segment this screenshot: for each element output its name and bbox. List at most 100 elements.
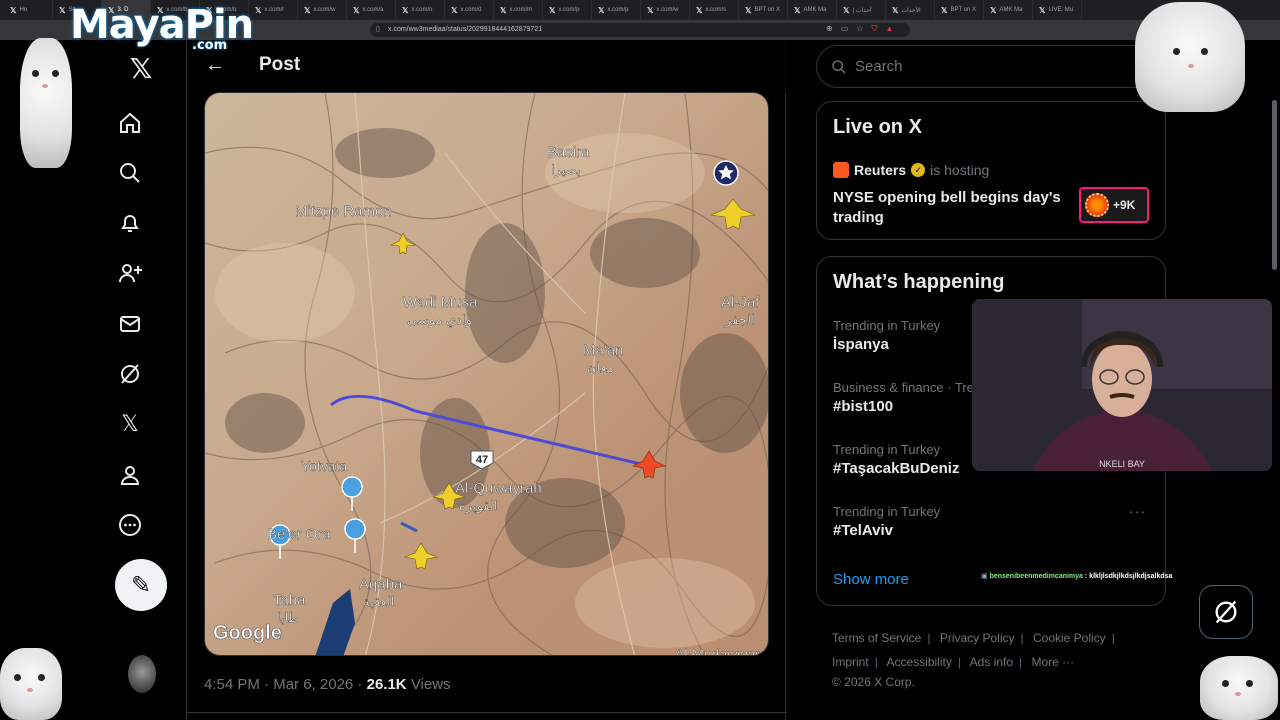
browser-tab[interactable]: 𝕏x.com/w <box>298 0 347 20</box>
browser-tab[interactable]: 𝕏 BPT on X <box>739 0 788 20</box>
zoom-icon[interactable]: ⊕ <box>826 24 833 34</box>
footer-link[interactable]: Ads info <box>970 655 1013 669</box>
footer-link[interactable]: Privacy Policy <box>940 631 1015 645</box>
live-host[interactable]: Reuters ✓ is hosting <box>833 162 989 178</box>
premium-icon[interactable]: 𝕏 <box>114 408 146 440</box>
trend-name: İspanya <box>833 336 889 353</box>
live-listeners-badge[interactable]: +9K <box>1079 187 1149 223</box>
rewards-icon[interactable]: ▲ <box>885 24 893 34</box>
browser-tab[interactable]: 𝕏x.com/p <box>543 0 592 20</box>
listener-count: +9K <box>1113 198 1136 212</box>
favicon-icon: 𝕏 <box>255 5 262 15</box>
map-place-label-arabic: الجفر <box>724 312 755 328</box>
view-label: Views <box>410 676 451 693</box>
browser-tab[interactable]: 𝕏x.com/d <box>445 0 494 20</box>
footer-link[interactable]: Cookie Policy <box>1033 631 1106 645</box>
footer-link[interactable]: Imprint <box>832 655 869 669</box>
explore-icon[interactable] <box>114 157 146 189</box>
notifications-icon[interactable] <box>114 207 146 239</box>
trend-category: Trending in Turkey <box>833 442 941 457</box>
tab-label: x.com/a <box>362 7 384 13</box>
post-date[interactable]: Mar 6, 2026 <box>273 676 353 693</box>
favicon-icon: 𝕏 <box>647 5 654 15</box>
tab-label: BPT on X <box>754 7 781 13</box>
trend-item[interactable]: Trending in Turkey #TaşacakBuDeniz <box>833 442 959 477</box>
favicon-icon: 𝕏 <box>500 5 507 15</box>
host-suffix: is hosting <box>930 162 990 178</box>
trend-item[interactable]: Trending in Turkey #TelAviv <box>833 504 940 539</box>
footer-link[interactable]: Terms of Service <box>832 631 921 645</box>
back-arrow-icon[interactable]: ← <box>205 54 225 77</box>
cat-sticker <box>1135 2 1245 112</box>
cat-sticker <box>0 648 62 720</box>
browser-tab[interactable]: 𝕏 AMK Ma <box>788 0 837 20</box>
google-watermark: Google <box>213 622 282 644</box>
tab-label: BPT on X <box>950 7 977 13</box>
browser-tab[interactable]: 𝕏 BPT on X <box>935 0 984 20</box>
trend-item[interactable]: Trending in Turkey İspanya <box>833 318 940 353</box>
post-time[interactable]: 4:54 PM <box>204 676 260 693</box>
mayapin-logo: MayaPin .com <box>70 2 254 53</box>
grok-icon <box>1215 600 1237 624</box>
search-placeholder: Search <box>855 58 903 75</box>
view-count: 26.1K <box>366 676 407 693</box>
browser-tab[interactable]: 𝕏 الأحداث <box>886 0 935 20</box>
favicon-icon: 𝕏 <box>598 5 605 15</box>
map-place-label-arabic: القويرة <box>459 498 497 514</box>
favicon-icon: 𝕏 <box>745 5 752 15</box>
more-options-icon[interactable]: ··· <box>1129 503 1146 519</box>
profile-icon[interactable] <box>114 459 146 491</box>
browser-tab[interactable]: 𝕏 أحداث إ <box>837 0 886 20</box>
tab-label: LIVE: Mu <box>1048 7 1074 13</box>
cat-sticker <box>1200 656 1278 720</box>
post-map-image[interactable]: 47 Basira بصيرا Mitzpe Ramon Wadi Musa وادي … <box>204 92 769 656</box>
browser-tab[interactable]: 𝕏 Ho <box>4 0 53 20</box>
grok-floating-button[interactable] <box>1199 585 1253 639</box>
road-sign-label: 47 <box>476 454 488 466</box>
browser-tab[interactable]: 𝕏x.com/m <box>494 0 543 20</box>
tab-label: x.com/p <box>607 7 629 13</box>
show-more-link[interactable]: Show more <box>833 571 909 588</box>
page-scrollbar[interactable] <box>1272 100 1277 270</box>
live-event-title[interactable]: NYSE opening bell begins day's trading <box>833 188 1073 228</box>
tab-label: x.com/m <box>509 7 533 13</box>
tab-label: أحداث إ <box>852 7 872 14</box>
browser-tab[interactable]: 𝕏x.com/w <box>641 0 690 20</box>
browser-tab[interactable]: 𝕏 LIVE: Mu <box>1033 0 1082 20</box>
tab-label: x.com/d <box>460 7 482 13</box>
stream-chat-message: ▣ bensenibeenmedimcanimya : klkljlsdkjlk… <box>981 572 1172 580</box>
account-avatar[interactable] <box>128 655 156 693</box>
grok-icon[interactable] <box>114 358 146 390</box>
map-place-label: Wadi Musa <box>403 294 478 311</box>
browser-tab[interactable]: 𝕏x.com/p <box>592 0 641 20</box>
browser-tab[interactable]: 𝕏x.com/n <box>396 0 445 20</box>
browser-tab[interactable]: 𝕏x.com/a <box>347 0 396 20</box>
trend-category: Trending in Turkey <box>833 504 941 519</box>
tab-label: AMK Ma <box>803 7 827 13</box>
footer-link[interactable]: More ··· <box>1031 655 1074 669</box>
trend-item[interactable]: Business & finance · Tre #bist100 <box>833 380 974 415</box>
map-place-label-arabic: معان <box>587 360 614 375</box>
home-icon[interactable] <box>114 107 146 139</box>
x-logo-icon[interactable]: 𝕏 <box>125 52 157 85</box>
favicon-icon: 𝕏 <box>941 5 948 15</box>
messages-icon[interactable] <box>114 308 146 340</box>
post-metadata: 4:54 PM · Mar 6, 2026 · 26.1K Views <box>204 676 451 693</box>
favicon-icon: 𝕏 <box>794 5 801 15</box>
browser-tab[interactable]: 𝕏x.com/s <box>690 0 739 20</box>
more-icon[interactable] <box>114 509 146 541</box>
brave-shield-icon[interactable]: ⛉ <box>871 24 877 34</box>
tab-label: Ho <box>19 7 28 13</box>
tab-label: x.com/w <box>656 7 679 13</box>
search-box[interactable]: Search <box>816 45 1166 88</box>
site-info-icon[interactable]: ▯ <box>376 25 380 33</box>
browser-tab[interactable]: 𝕏 AMK Ma <box>984 0 1033 20</box>
footer-link[interactable]: Accessibility <box>886 655 951 669</box>
favicon-icon: 𝕏 <box>451 5 458 15</box>
compose-post-button[interactable]: ✎ <box>115 559 167 611</box>
verified-badge-icon: ✓ <box>911 163 926 177</box>
browser-tab[interactable]: 𝕏x.com/r <box>249 0 298 20</box>
star-icon[interactable]: ☆ <box>856 24 863 34</box>
cast-icon[interactable]: ▭ <box>841 24 849 34</box>
follow-icon[interactable] <box>114 257 146 289</box>
